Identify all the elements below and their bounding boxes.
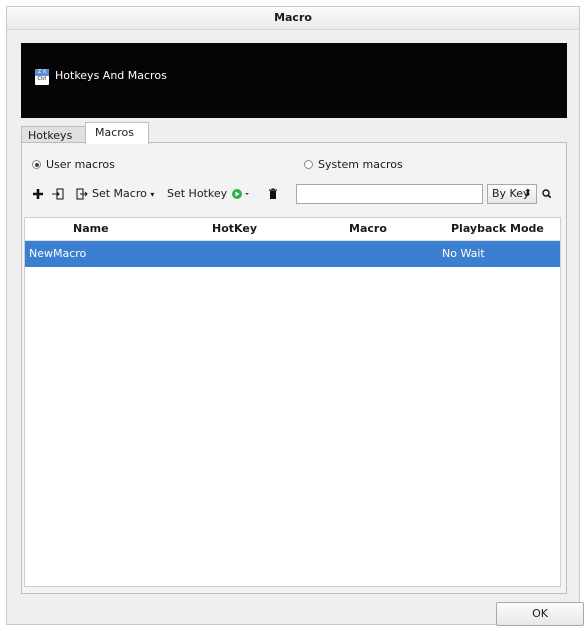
dropdown-arrow-icon: ▾ (150, 190, 155, 199)
sort-by-select[interactable]: By Key ⬍ (487, 184, 537, 204)
column-header-macro[interactable]: Macro (349, 218, 387, 240)
system-macros-radio[interactable]: System macros (304, 157, 403, 173)
macro-window: Macro Z X Ctrl Hotkeys And Macros Hotkey… (6, 6, 584, 626)
system-macros-label: System macros (318, 158, 403, 171)
set-macro-button[interactable]: Set Macro ▾ (92, 183, 154, 205)
column-header-playback-mode[interactable]: Playback Mode (451, 218, 544, 240)
user-macros-label: User macros (46, 158, 115, 171)
spin-arrows-icon: ⬍ (523, 188, 532, 199)
import-icon[interactable] (52, 183, 64, 205)
play-button[interactable] (230, 183, 252, 205)
macro-name-cell: NewMacro (29, 247, 87, 260)
header-banner: Z X Ctrl Hotkeys And Macros (21, 43, 567, 118)
search-input[interactable] (296, 184, 483, 204)
radio-unchecked-icon (304, 160, 313, 169)
column-header-hotkey[interactable]: HotKey (212, 218, 257, 240)
user-macros-radio[interactable]: User macros (32, 157, 115, 173)
column-header-name[interactable]: Name (73, 218, 109, 240)
radio-checked-icon (32, 160, 41, 169)
ok-button[interactable]: OK (496, 602, 584, 626)
table-header: Name HotKey Macro Playback Mode (25, 218, 560, 241)
window-title: Macro (7, 7, 579, 30)
tab-hotkeys[interactable]: Hotkeys (21, 126, 87, 143)
macro-toolbar: Set Macro ▾ Set Hotkey By Key ⬍ (32, 183, 562, 205)
set-hotkey-button[interactable]: Set Hotkey (167, 183, 227, 205)
macro-table: Name HotKey Macro Playback Mode NewMacro… (24, 217, 561, 587)
table-row[interactable]: NewMacro No Wait (25, 241, 560, 267)
add-icon[interactable] (32, 183, 44, 205)
tab-macros[interactable]: Macros (85, 122, 149, 144)
search-icon[interactable] (542, 183, 552, 205)
macro-playback-cell: No Wait (442, 247, 485, 260)
export-icon[interactable] (76, 183, 88, 205)
trash-icon[interactable] (268, 183, 278, 205)
keyboard-icon: Z X Ctrl (35, 69, 49, 85)
banner-title: Hotkeys And Macros (55, 69, 167, 82)
